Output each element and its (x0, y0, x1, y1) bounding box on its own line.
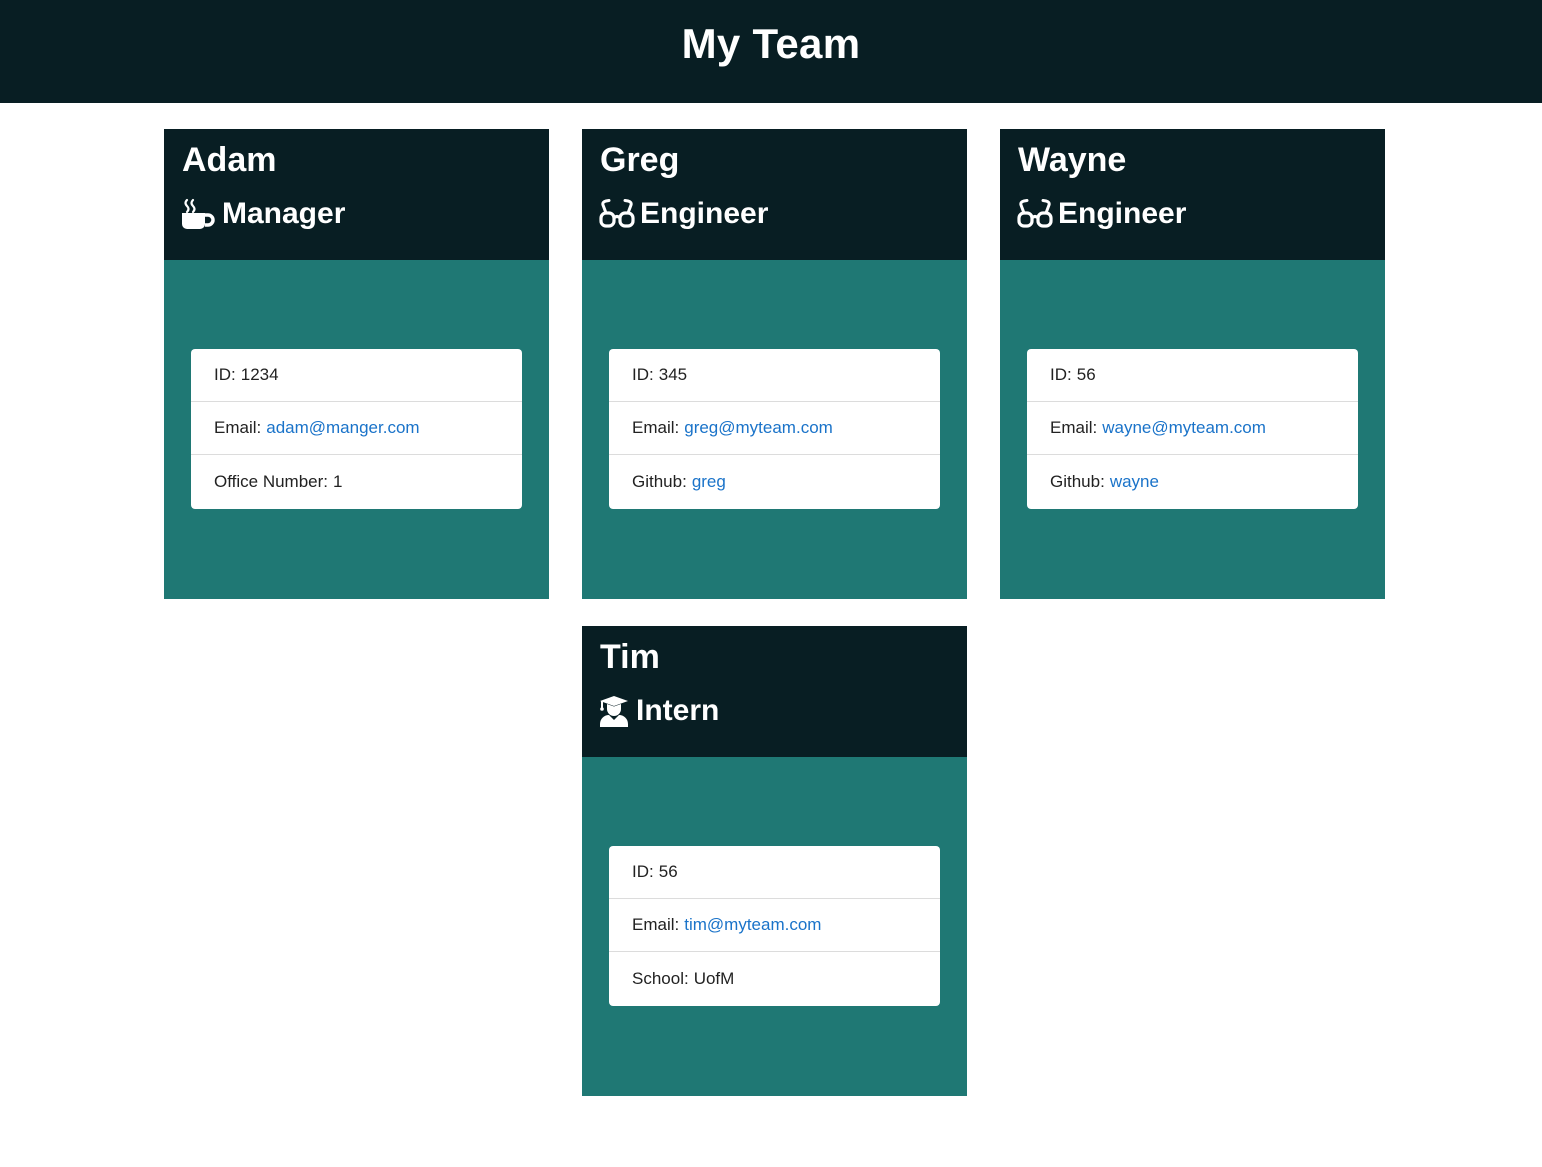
email-label: Email: (1050, 418, 1098, 437)
email-link[interactable]: wayne@myteam.com (1102, 418, 1266, 438)
id-row: ID: 345 (609, 349, 940, 402)
id-row: ID: 1234 (191, 349, 522, 402)
employee-card-adam: Adam Manager ID: 1234 Email: adam@manger… (164, 129, 549, 599)
email-link[interactable]: greg@myteam.com (684, 418, 833, 438)
id-row: ID: 56 (1027, 349, 1358, 402)
info-list: ID: 345 Email: greg@myteam.com Github: g… (609, 349, 940, 509)
id-value: 345 (658, 365, 688, 384)
id-label: ID: (1050, 365, 1072, 384)
employee-name: Wayne (1018, 141, 1127, 179)
glasses-icon (599, 198, 635, 230)
id-label: ID: (214, 365, 236, 384)
email-row: Email: tim@myteam.com (609, 899, 940, 952)
role-label: Engineer (640, 197, 769, 230)
id-label: ID: (632, 365, 654, 384)
office-number-label: Office Number: (214, 472, 329, 491)
id-value: 1234 (240, 365, 279, 384)
id-value: 56 (658, 862, 678, 881)
page-title: My Team (681, 19, 861, 67)
employee-role: Engineer (1017, 197, 1186, 231)
employee-name: Greg (600, 141, 680, 179)
employee-name: Adam (182, 141, 277, 179)
email-label: Email: (632, 418, 680, 437)
info-list: ID: 56 Email: wayne@myteam.com Github: w… (1027, 349, 1358, 509)
github-link[interactable]: greg (692, 472, 726, 492)
employee-role: Manager (181, 197, 345, 231)
info-list: ID: 1234 Email: adam@manger.com Office N… (191, 349, 522, 509)
github-label: Github: (1050, 472, 1105, 491)
email-label: Email: (632, 915, 680, 934)
role-label: Engineer (1058, 197, 1187, 230)
email-row: Email: greg@myteam.com (609, 402, 940, 455)
mug-hot-icon (181, 198, 217, 230)
school-row: School: UofM (609, 952, 940, 1006)
employee-card-greg: Greg Engineer ID: 345 Email: greg@myteam… (582, 129, 967, 599)
id-row: ID: 56 (609, 846, 940, 899)
employee-card-wayne: Wayne Engineer ID: 56 Email: wayne@mytea… (1000, 129, 1385, 599)
office-number-row: Office Number: 1 (191, 455, 522, 509)
employee-role: Engineer (599, 197, 768, 231)
user-graduate-icon (599, 695, 631, 727)
id-label: ID: (632, 862, 654, 881)
card-header: Tim Intern (582, 626, 967, 757)
role-label: Manager (222, 197, 346, 230)
email-row: Email: wayne@myteam.com (1027, 402, 1358, 455)
page-header: My Team (0, 0, 1542, 103)
card-header: Adam Manager (164, 129, 549, 260)
id-value: 56 (1076, 365, 1096, 384)
employee-card-tim: Tim Intern ID: 56 Email: tim@myteam.com (582, 626, 967, 1096)
github-link[interactable]: wayne (1110, 472, 1159, 492)
email-link[interactable]: tim@myteam.com (684, 915, 821, 935)
github-label: Github: (632, 472, 687, 491)
email-row: Email: adam@manger.com (191, 402, 522, 455)
school-label: School: (632, 969, 689, 988)
office-number-value: 1 (333, 472, 343, 491)
github-row: Github: greg (609, 455, 940, 509)
role-label: Intern (636, 694, 720, 727)
card-header: Wayne Engineer (1000, 129, 1385, 260)
github-row: Github: wayne (1027, 455, 1358, 509)
info-list: ID: 56 Email: tim@myteam.com School: Uof… (609, 846, 940, 1006)
card-header: Greg Engineer (582, 129, 967, 260)
email-label: Email: (214, 418, 262, 437)
email-link[interactable]: adam@manger.com (266, 418, 419, 438)
school-value: UofM (693, 969, 735, 988)
employee-name: Tim (600, 638, 660, 676)
glasses-icon (1017, 198, 1053, 230)
employee-role: Intern (599, 694, 719, 728)
